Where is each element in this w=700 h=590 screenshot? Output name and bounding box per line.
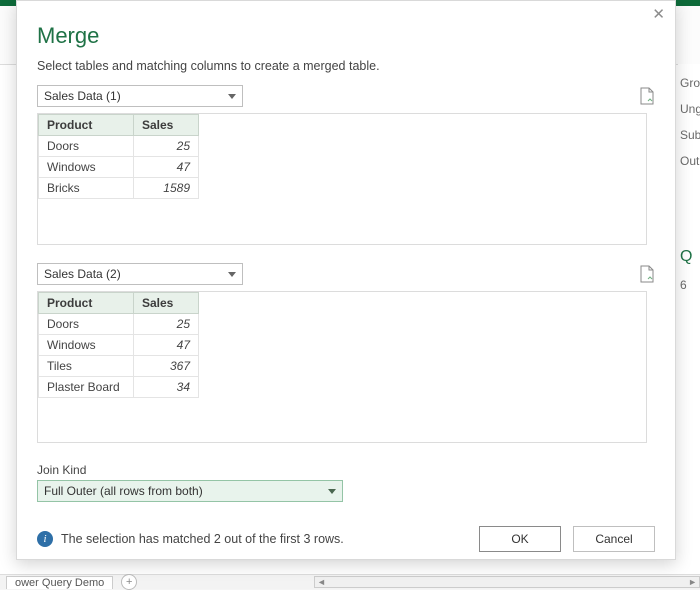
excel-status-bar: ower Query Demo + ◄ ► xyxy=(0,574,700,589)
table-row[interactable]: Windows47 xyxy=(39,335,199,356)
close-icon: ✕ xyxy=(652,6,665,23)
scroll-left-icon[interactable]: ◄ xyxy=(317,577,326,587)
match-info-text: The selection has matched 2 out of the f… xyxy=(61,532,344,546)
table-row[interactable]: Bricks1589 xyxy=(39,178,199,199)
ribbon-item[interactable]: Grou xyxy=(680,76,700,90)
chevron-down-icon xyxy=(228,94,236,99)
ribbon-item[interactable]: Ungr xyxy=(680,102,700,116)
info-icon: i xyxy=(37,531,53,547)
second-table-preview: Product Sales Doors25 Windows47 Tiles367… xyxy=(37,291,647,443)
second-table-selected: Sales Data (2) xyxy=(44,267,121,281)
second-table-dropdown[interactable]: Sales Data (2) xyxy=(37,263,243,285)
dialog-footer: i The selection has matched 2 out of the… xyxy=(37,526,655,552)
cancel-button[interactable]: Cancel xyxy=(573,526,655,552)
ribbon-item[interactable]: Subt xyxy=(680,128,700,142)
queries-count: 6 xyxy=(680,278,700,292)
scroll-right-icon[interactable]: ► xyxy=(688,577,697,587)
chevron-down-icon xyxy=(228,272,236,277)
close-button[interactable]: ✕ xyxy=(652,7,665,22)
column-header-sales[interactable]: Sales xyxy=(134,293,199,314)
preview-sheet-icon[interactable] xyxy=(639,87,655,105)
dialog-subtitle: Select tables and matching columns to cr… xyxy=(37,59,655,73)
join-kind-label: Join Kind xyxy=(37,463,655,477)
horizontal-scrollbar[interactable]: ◄ ► xyxy=(314,576,700,588)
second-table-grid[interactable]: Product Sales Doors25 Windows47 Tiles367… xyxy=(38,292,199,398)
preview-sheet-icon[interactable] xyxy=(639,265,655,283)
table-row[interactable]: Doors25 xyxy=(39,314,199,335)
dialog-title: Merge xyxy=(37,23,655,49)
first-table-preview: Product Sales Doors25 Windows47 Bricks15… xyxy=(37,113,647,245)
first-source-row: Sales Data (1) xyxy=(37,85,655,107)
table-row[interactable]: Windows47 xyxy=(39,157,199,178)
ribbon-outline-group: Grou Ungr Subt Outl Q 6 xyxy=(678,64,700,575)
ribbon-item[interactable]: Outl xyxy=(680,154,700,168)
table-row[interactable]: Doors25 xyxy=(39,136,199,157)
sheet-tab[interactable]: ower Query Demo xyxy=(6,576,113,589)
first-table-dropdown[interactable]: Sales Data (1) xyxy=(37,85,243,107)
join-kind-dropdown[interactable]: Full Outer (all rows from both) xyxy=(37,480,343,502)
queries-pane-header: Q xyxy=(680,248,700,266)
first-table-selected: Sales Data (1) xyxy=(44,89,121,103)
ok-button[interactable]: OK xyxy=(479,526,561,552)
join-kind-selected: Full Outer (all rows from both) xyxy=(44,484,203,498)
second-source-row: Sales Data (2) xyxy=(37,263,655,285)
table-row[interactable]: Tiles367 xyxy=(39,356,199,377)
first-table-grid[interactable]: Product Sales Doors25 Windows47 Bricks15… xyxy=(38,114,199,199)
column-header-product[interactable]: Product xyxy=(39,293,134,314)
column-header-sales[interactable]: Sales xyxy=(134,115,199,136)
merge-dialog: ✕ Merge Select tables and matching colum… xyxy=(16,0,676,560)
column-header-product[interactable]: Product xyxy=(39,115,134,136)
chevron-down-icon xyxy=(328,489,336,494)
table-row[interactable]: Plaster Board34 xyxy=(39,377,199,398)
new-sheet-button[interactable]: + xyxy=(121,574,137,590)
